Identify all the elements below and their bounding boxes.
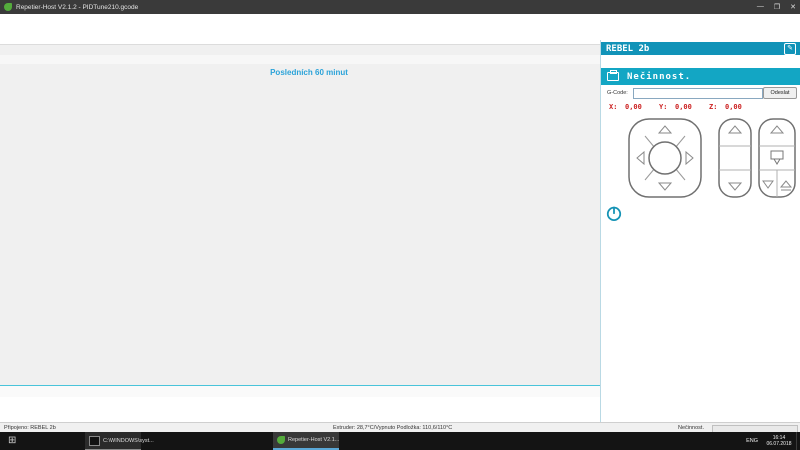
title-bar: Repetier-Host V2.1.2 - PIDTune210.gcode … bbox=[0, 0, 800, 14]
cmd-icon bbox=[89, 436, 100, 446]
z-value: 0,00 bbox=[725, 103, 759, 111]
quick-buttons-row bbox=[601, 205, 800, 222]
printer-name: REBEL 2b bbox=[606, 44, 649, 54]
printer-state: Nečinnost. bbox=[627, 72, 691, 82]
view-tabs bbox=[0, 44, 600, 55]
chart-canvas bbox=[0, 64, 600, 385]
printer-status-strip: Nečinnost. bbox=[601, 68, 800, 85]
status-bar: Připojeno: REBEL 2b Extruder: 28,7°C/Vyp… bbox=[0, 422, 800, 432]
z-label: Z: bbox=[709, 103, 725, 111]
status-connected: Připojeno: REBEL 2b bbox=[4, 425, 56, 431]
x-label: X: bbox=[609, 103, 625, 111]
xy-jog-pad[interactable] bbox=[627, 116, 703, 200]
printer-icon bbox=[607, 72, 619, 81]
show-desktop-button[interactable] bbox=[796, 432, 800, 450]
language-indicator[interactable]: ENG bbox=[746, 438, 758, 444]
repetier-logo-icon bbox=[4, 3, 12, 11]
close-button[interactable]: ✕ bbox=[790, 3, 796, 11]
temperature-charts: Posledních 60 minut bbox=[0, 64, 600, 385]
clock-date: 06.07.2018 bbox=[762, 441, 796, 447]
jog-controls bbox=[601, 116, 800, 204]
gcode-row: G-Code: Odeslat bbox=[601, 87, 800, 101]
chart-menu bbox=[0, 55, 600, 64]
z-jog-pad[interactable] bbox=[717, 116, 753, 200]
chart-title: Posledních 60 minut bbox=[33, 68, 585, 77]
control-sliders bbox=[601, 224, 800, 300]
repetier-label: Repetier-Host V2.1... bbox=[288, 437, 339, 443]
y-label: Y: bbox=[659, 103, 675, 111]
x-value: 0,00 bbox=[625, 103, 659, 111]
log-toolbar bbox=[0, 385, 600, 397]
extruder-icon bbox=[771, 151, 783, 159]
menu-bar bbox=[0, 14, 800, 28]
minimize-button[interactable]: — bbox=[757, 3, 764, 11]
maximize-button[interactable]: ❐ bbox=[774, 3, 780, 11]
power-button[interactable] bbox=[606, 205, 622, 221]
printer-panel: REBEL 2b ✎ Nečinnost. G-Code: Odeslat X:… bbox=[600, 40, 800, 422]
coordinates-row: X: 0,00 Y: 0,00 Z: 0,00 bbox=[601, 102, 800, 112]
start-button[interactable]: ⊞ bbox=[8, 435, 16, 446]
windows-taskbar: ⊞ C:\WINDOWS\syst... Repetier-Host V2.1.… bbox=[0, 432, 800, 450]
log-output bbox=[0, 397, 600, 422]
taskbar-repetier-host[interactable]: Repetier-Host V2.1... bbox=[273, 432, 339, 450]
gcode-input[interactable] bbox=[633, 88, 763, 99]
window-title: Repetier-Host V2.1.2 - PIDTune210.gcode bbox=[16, 4, 138, 11]
status-state: Nečinnost. bbox=[678, 425, 704, 431]
gcode-label: G-Code: bbox=[607, 90, 628, 96]
edit-printer-icon[interactable]: ✎ bbox=[784, 43, 796, 55]
printer-header: REBEL 2b ✎ bbox=[601, 42, 800, 55]
printer-panel-tabs bbox=[601, 56, 800, 67]
extruder-jog-pad[interactable] bbox=[757, 116, 797, 200]
cmd-window-label: C:\WINDOWS\syst... bbox=[103, 438, 154, 444]
y-value: 0,00 bbox=[675, 103, 709, 111]
taskbar-cmd-window[interactable]: C:\WINDOWS\syst... bbox=[85, 432, 141, 450]
repetier-icon bbox=[277, 436, 285, 444]
gcode-send-button[interactable]: Odeslat bbox=[763, 87, 797, 99]
status-temperatures: Extruder: 28,7°C/Vypnuto Podložka: 110,6… bbox=[333, 425, 452, 431]
taskbar-clock[interactable]: 16:14 06.07.2018 bbox=[762, 435, 796, 447]
